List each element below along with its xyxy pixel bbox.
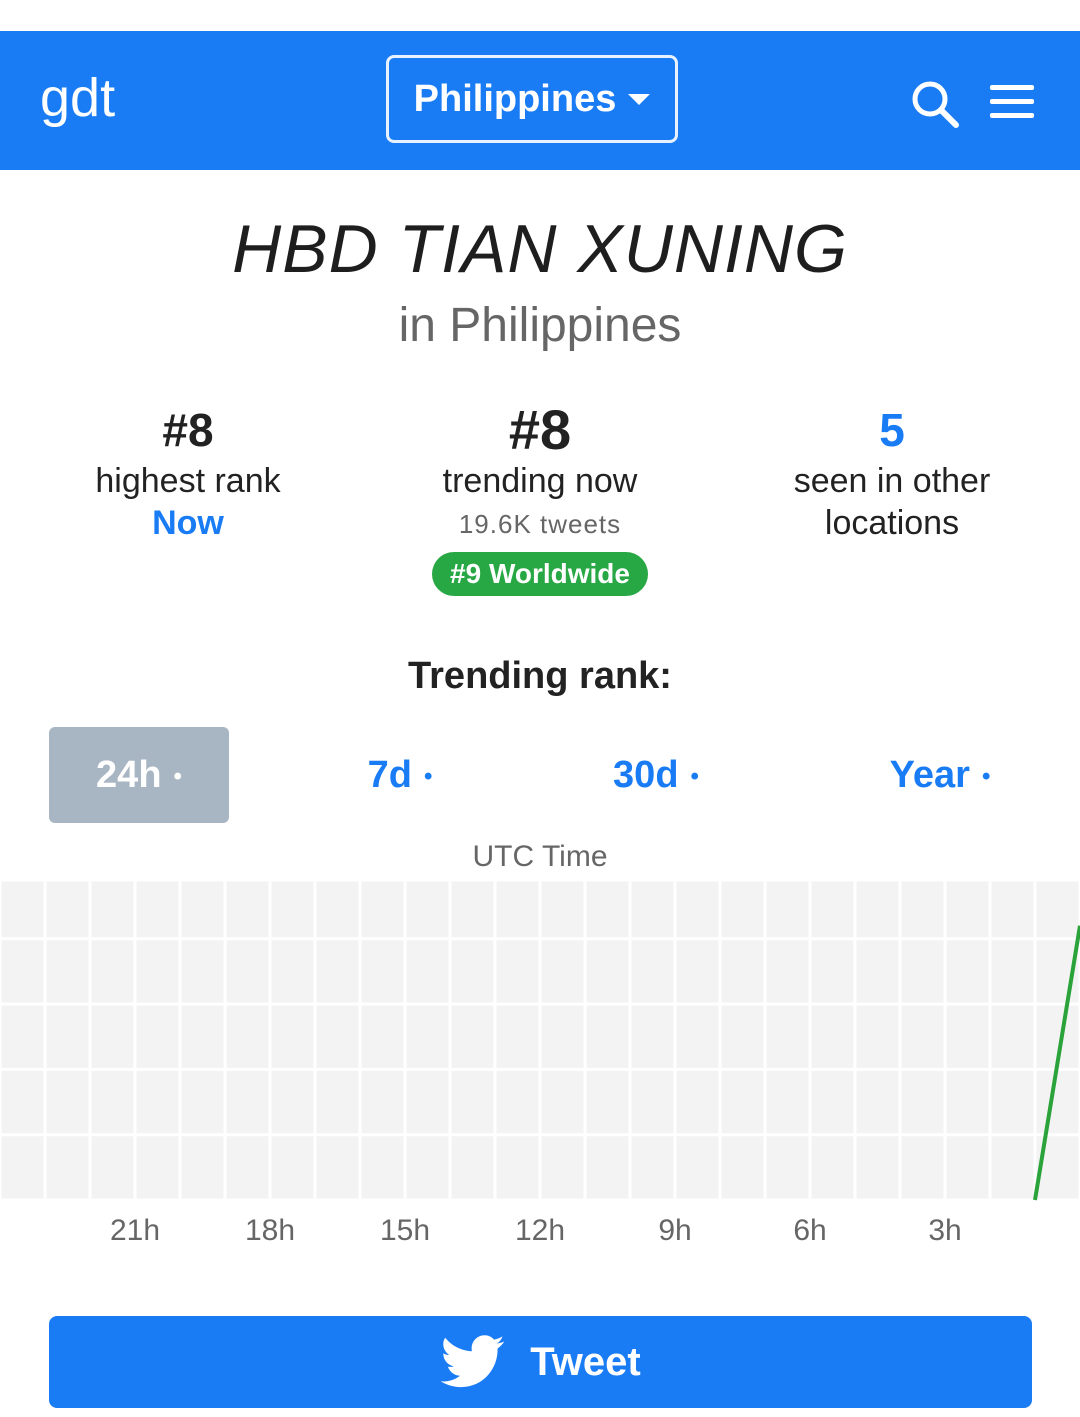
- worldwide-badge[interactable]: #9 Worldwide: [432, 552, 648, 596]
- trending-now-value: #8: [508, 398, 572, 461]
- stat-other-locations[interactable]: 5 seen in other locations: [712, 400, 1072, 544]
- stat-trending-now: #8 trending now 19.6K tweets #9 Worldwid…: [360, 400, 720, 596]
- tab-7d-label: 7d: [367, 753, 412, 796]
- search-icon[interactable]: [910, 79, 960, 129]
- tab-30d-label: 30d: [613, 753, 679, 796]
- tweet-button-label: Tweet: [530, 1339, 641, 1384]
- highest-rank-label: highest rank: [95, 462, 281, 500]
- caret-down-icon: [628, 93, 651, 105]
- trending-now-label: trending now: [442, 462, 638, 500]
- country-dropdown[interactable]: Philippines: [386, 55, 678, 143]
- chart-x-tick-label: 21h: [110, 1214, 160, 1247]
- tab-7d[interactable]: 7d •: [310, 727, 490, 823]
- highest-rank-when-link[interactable]: Now: [8, 502, 368, 544]
- trending-rank-title: Trending rank:: [408, 655, 672, 697]
- chart-x-tick-label: 9h: [658, 1214, 691, 1247]
- other-locations-label-1: seen in other: [793, 462, 991, 500]
- trend-title: HBD TIAN XUNING: [232, 211, 848, 287]
- tab-24h-label: 24h: [96, 753, 162, 796]
- tab-year[interactable]: Year •: [840, 727, 1040, 823]
- stat-highest-rank: #8 highest rank Now: [8, 400, 368, 544]
- dot-icon: •: [690, 763, 699, 790]
- trend-location: in Philippines: [398, 299, 682, 352]
- chart-x-tick-label: 3h: [928, 1214, 961, 1247]
- chart-x-tick-label: 12h: [515, 1214, 565, 1247]
- chart-x-tick-label: 6h: [793, 1214, 826, 1247]
- site-logo[interactable]: gdt: [40, 67, 115, 129]
- other-locations-value[interactable]: 5: [712, 400, 1072, 460]
- twitter-bird-icon: [440, 1335, 505, 1388]
- chart-x-tick-label: 18h: [245, 1214, 295, 1247]
- tweet-button[interactable]: Tweet: [49, 1316, 1032, 1408]
- rank-chart[interactable]: 21h 18h 15h 12h 9h 6h 3h: [0, 880, 1080, 1260]
- chart-x-axis-title: UTC Time: [472, 840, 608, 873]
- chart-x-tick-label: 15h: [380, 1214, 430, 1247]
- tab-30d[interactable]: 30d •: [566, 727, 746, 823]
- menu-icon[interactable]: [990, 85, 1036, 119]
- other-locations-label-2: locations: [824, 504, 960, 542]
- highest-rank-value: #8: [162, 404, 214, 456]
- tab-24h[interactable]: 24h •: [49, 727, 229, 823]
- dot-icon: •: [173, 763, 182, 790]
- country-dropdown-label: Philippines: [413, 77, 617, 120]
- tweet-count: 19.6K tweets: [458, 509, 622, 539]
- dot-icon: •: [981, 763, 991, 790]
- dot-icon: •: [423, 763, 433, 790]
- navbar: gdt Philippines: [0, 31, 1080, 170]
- tab-year-label: Year: [889, 753, 970, 796]
- status-strip: [0, 0, 1080, 31]
